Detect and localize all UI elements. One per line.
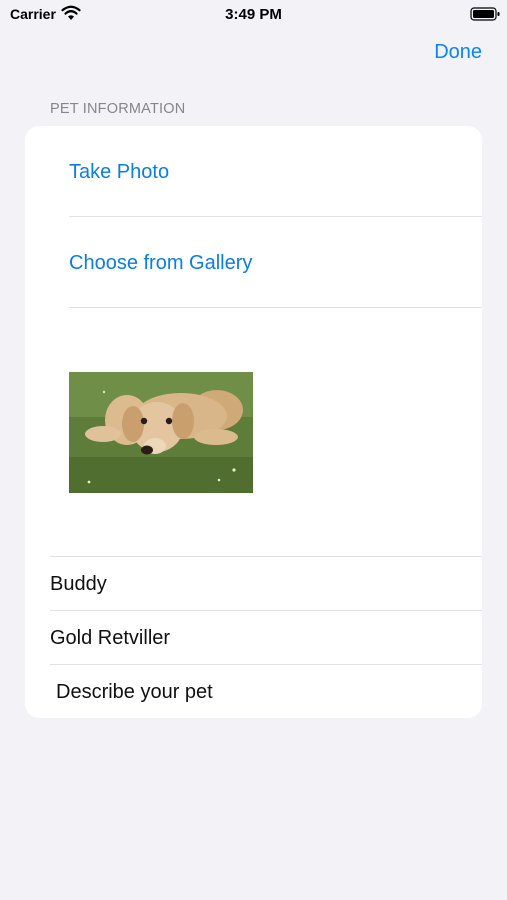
battery-icon [470,7,500,21]
pet-information-card: Take Photo Choose from Gallery Buddy Gol… [25,126,482,718]
take-photo-button[interactable]: Take Photo [69,161,169,184]
divider [50,556,482,557]
status-time: 3:49 PM [225,6,282,23]
divider [69,216,482,217]
section-header: PET INFORMATION [50,101,186,117]
pet-breed-field[interactable]: Gold Retviller [50,627,170,650]
pet-description-field[interactable]: Describe your pet [56,681,213,704]
pet-name-field[interactable]: Buddy [50,573,107,596]
divider [50,610,482,611]
choose-from-gallery-button[interactable]: Choose from Gallery [69,252,252,275]
divider [50,664,482,665]
pet-photo [69,372,253,493]
divider [69,307,482,308]
status-bar: Carrier 3:49 PM [0,0,507,30]
done-button[interactable]: Done [434,41,482,64]
